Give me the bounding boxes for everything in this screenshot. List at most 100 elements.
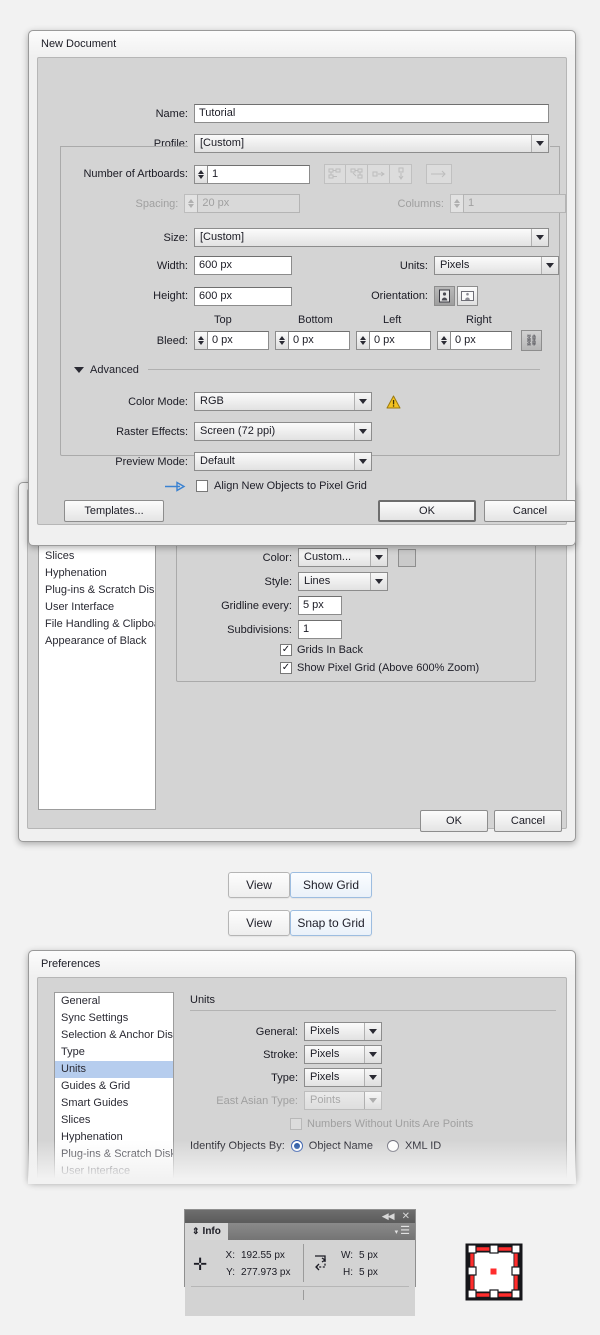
sidebar-item-general[interactable]: General <box>55 993 173 1010</box>
group-border-right-seg <box>550 146 560 147</box>
align-pixel-grid-checkbox[interactable] <box>196 480 208 492</box>
sidebar-item-hyphenation[interactable]: Hyphenation <box>55 1129 173 1146</box>
color-mode-select[interactable]: RGB <box>194 392 372 411</box>
bleed-top-input[interactable]: 0 px <box>207 331 269 350</box>
new-document-ok-button[interactable]: OK <box>378 500 476 522</box>
bleed-left-stepper[interactable]: 0 px <box>356 331 431 350</box>
bleed-bottom-stepper[interactable]: 0 px <box>275 331 350 350</box>
sidebar-item-file-handling-clipboard[interactable]: File Handling & Clipboard <box>39 616 155 633</box>
sidebar-item-selection-anchor-display[interactable]: Selection & Anchor Display <box>55 1027 173 1044</box>
subdivisions-input[interactable]: 1 <box>298 620 342 639</box>
bleed-top-spinner[interactable] <box>194 331 207 350</box>
name-label: Name: <box>155 107 188 120</box>
grid-style-select[interactable]: Lines <box>298 572 388 591</box>
sidebar-item-units[interactable]: Units <box>55 1061 173 1078</box>
new-document-cancel-button[interactable]: Cancel <box>484 500 576 522</box>
sidebar-item-plugins-scratch-disks[interactable]: Plug-ins & Scratch Disks <box>55 1146 173 1163</box>
info-divider-vertical-2 <box>303 1290 304 1300</box>
prefs-grid-cancel-button[interactable]: Cancel <box>494 810 562 832</box>
gridline-every-input[interactable]: 5 px <box>298 596 342 615</box>
units-general-select[interactable]: Pixels <box>304 1022 382 1041</box>
artboards-spinner[interactable] <box>194 164 207 184</box>
sidebar-item-sync-settings[interactable]: Sync Settings <box>55 1010 173 1027</box>
height-label: Height: <box>153 290 188 302</box>
bleed-right-input[interactable]: 0 px <box>450 331 512 350</box>
menu-item-show-grid-button[interactable]: Show Grid <box>290 872 372 898</box>
columns-stepper: 1 <box>450 194 566 213</box>
right-to-left-arrow-icon[interactable] <box>426 164 452 184</box>
units-general-row: General: Pixels <box>190 1022 382 1041</box>
show-pixel-grid-row[interactable]: ✓ Show Pixel Grid (Above 600% Zoom) <box>280 662 479 674</box>
new-document-dialog: New Document Name: Tutorial Profile: [Cu… <box>28 30 576 546</box>
sidebar-item-plugins-scratch-disks[interactable]: Plug-ins & Scratch Disks <box>39 582 155 599</box>
panel-menu-icon[interactable]: ▾ ☰ <box>395 1223 415 1240</box>
tab-info[interactable]: ⇕ Info <box>185 1223 228 1240</box>
artboards-input[interactable]: 1 <box>207 164 310 184</box>
size-row: Size: [Custom] <box>38 228 566 247</box>
subdivisions-row: Subdivisions: 1 <box>180 620 530 639</box>
units-section-rule <box>190 1010 556 1011</box>
grids-in-back-row[interactable]: ✓ Grids In Back <box>280 644 363 656</box>
arrange-by-row-icon[interactable] <box>368 164 390 184</box>
units-select[interactable]: Pixels <box>434 256 559 275</box>
sidebar-item-slices[interactable]: Slices <box>39 548 155 565</box>
menu-view-button-2[interactable]: View <box>228 910 290 936</box>
advanced-toggle[interactable]: Advanced <box>74 364 139 376</box>
grid-by-column-icon[interactable] <box>346 164 368 184</box>
sidebar-item-slices[interactable]: Slices <box>55 1112 173 1129</box>
bleed-bottom-input[interactable]: 0 px <box>288 331 350 350</box>
sidebar-item-user-interface[interactable]: User Interface <box>55 1163 173 1180</box>
grid-color-value: Custom... <box>304 551 352 563</box>
units-type-select[interactable]: Pixels <box>304 1068 382 1087</box>
identify-object-name-radio[interactable] <box>290 1140 303 1152</box>
sidebar-item-type[interactable]: Type <box>55 1044 173 1061</box>
prefs-grid-ok-button[interactable]: OK <box>420 810 488 832</box>
group-border-left-seg <box>60 146 188 147</box>
grid-color-select[interactable]: Custom... <box>298 548 388 567</box>
width-input[interactable]: 600 px <box>194 256 292 275</box>
units-stroke-row: Stroke: Pixels <box>190 1045 382 1064</box>
sidebar-item-smart-guides[interactable]: Smart Guides <box>55 1095 173 1112</box>
bleed-right-stepper[interactable]: 0 px <box>437 331 512 350</box>
identify-xml-id-radio[interactable] <box>386 1140 399 1152</box>
arrange-by-column-icon[interactable] <box>390 164 412 184</box>
menu-item-snap-to-grid-button[interactable]: Snap to Grid <box>290 910 372 936</box>
bleed-top-stepper[interactable]: 0 px <box>194 331 269 350</box>
grid-color-swatch[interactable] <box>398 548 416 567</box>
portrait-icon[interactable] <box>434 286 455 306</box>
prefs-units-sidebar[interactable]: General Sync Settings Selection & Anchor… <box>54 992 174 1181</box>
sidebar-item-guides-grid[interactable]: Guides & Grid <box>55 1078 173 1095</box>
bleed-bottom-spinner[interactable] <box>275 331 288 350</box>
grids-in-back-label: Grids In Back <box>297 644 364 656</box>
bleed-left-input[interactable]: 0 px <box>369 331 431 350</box>
templates-button[interactable]: Templates... <box>64 500 164 522</box>
grid-by-row-icon[interactable] <box>324 164 346 184</box>
bleed-right-spinner[interactable] <box>437 331 450 350</box>
color-mode-value: RGB <box>200 395 224 407</box>
sidebar-item-file-handling-clipboard[interactable]: File Handling & Clipboard <box>55 1180 173 1181</box>
show-pixel-grid-checkbox[interactable]: ✓ <box>280 662 292 674</box>
height-input[interactable]: 600 px <box>194 286 292 306</box>
grids-in-back-checkbox[interactable]: ✓ <box>280 644 292 656</box>
bleed-left-spinner[interactable] <box>356 331 369 350</box>
sidebar-item-user-interface[interactable]: User Interface <box>39 599 155 616</box>
units-stroke-select[interactable]: Pixels <box>304 1045 382 1064</box>
sidebar-item-hyphenation[interactable]: Hyphenation <box>39 565 155 582</box>
name-input[interactable]: Tutorial <box>194 104 549 123</box>
screenshot-root: Units Guides & Grid Smart Guides Slices … <box>0 0 600 1335</box>
orientation-buttons[interactable] <box>434 286 478 306</box>
menu-view-button-1[interactable]: View <box>228 872 290 898</box>
preview-mode-select[interactable]: Default <box>194 452 372 471</box>
spacing-stepper: 20 px <box>184 194 301 213</box>
collapse-double-arrow-icon[interactable]: ◀◀ <box>382 1211 395 1222</box>
artboards-stepper[interactable]: 1 <box>194 164 310 184</box>
grid-color-row: Color: Custom... <box>180 548 530 567</box>
close-icon[interactable]: ✕ <box>402 1211 410 1222</box>
raster-effects-select[interactable]: Screen (72 ppi) <box>194 422 372 441</box>
artboard-arrange-buttons[interactable] <box>324 164 452 184</box>
link-chain-icon[interactable]: ⛓ <box>521 330 542 351</box>
landscape-icon[interactable] <box>457 286 478 306</box>
align-pixel-grid-row[interactable]: Align New Objects to Pixel Grid <box>164 480 367 492</box>
size-select[interactable]: [Custom] <box>194 228 549 247</box>
sidebar-item-appearance-of-black[interactable]: Appearance of Black <box>39 633 155 650</box>
